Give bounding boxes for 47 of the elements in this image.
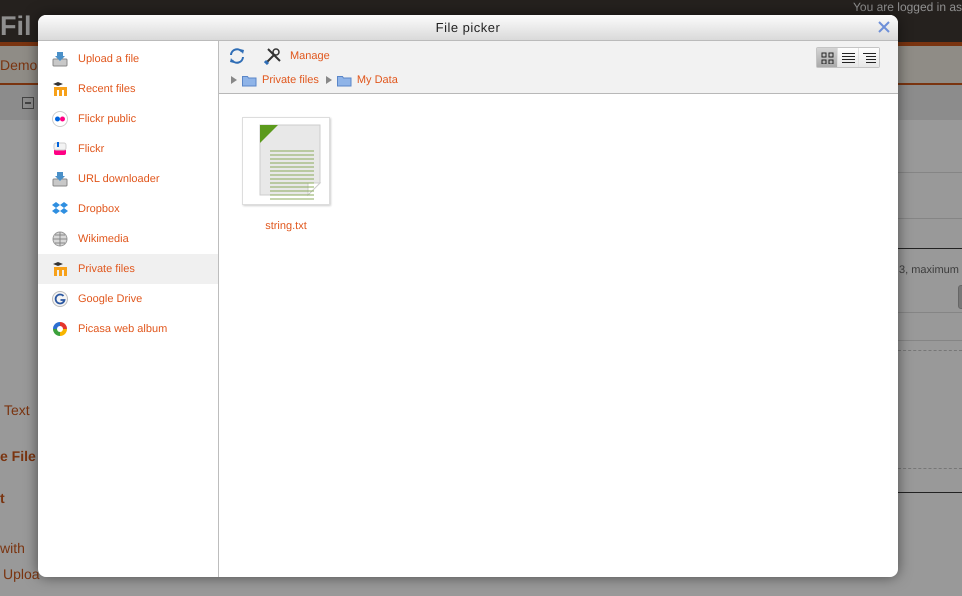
file-thumbnail[interactable] [242,117,330,205]
globe-icon [52,231,68,247]
triangle-icon [231,76,237,84]
repository-item[interactable]: Picasa web album [38,314,218,344]
refresh-icon [229,48,245,64]
close-icon [878,21,890,33]
view-mode-button[interactable] [838,48,858,67]
page-text: Uploa [2,565,40,583]
two-dots-icon [52,111,68,127]
file-name-link[interactable]: string.txt [265,220,307,232]
view-mode-button[interactable] [859,48,879,67]
tools-icon [264,47,282,65]
repository-item[interactable]: Flickr [38,134,218,164]
repository-item[interactable]: URL downloader [38,164,218,194]
dialog-title: File picker [436,20,500,35]
triangle-icon [326,76,332,84]
mortarboard-icon [52,261,68,277]
manage-button[interactable]: Manage [264,47,330,65]
breadcrumb-link[interactable]: Private files [242,74,319,86]
pinwheel-icon [52,321,68,337]
grid-icon [820,52,834,64]
page-text: with [0,539,26,557]
repository-item[interactable]: Dropbox [38,194,218,224]
nav-link[interactable]: Demo [0,56,38,72]
repository-item[interactable]: Recent files [38,74,218,104]
repository-item[interactable]: Google Drive [38,284,218,314]
login-info: You are logged in as [853,1,962,14]
collapse-icon [22,96,34,108]
page-note: 3, maximum [899,264,959,276]
tree-list-icon [862,52,876,64]
repository-item[interactable]: Flickr public [38,104,218,134]
view-mode-button[interactable] [817,48,837,67]
breadcrumb-link[interactable]: My Data [336,74,398,86]
upload-tray-icon [52,51,68,67]
page-text: Text [3,401,31,419]
close-button[interactable] [878,21,890,33]
download-tray-icon [52,171,68,187]
list-icon [842,52,854,64]
repository-item[interactable]: Private files [38,254,218,284]
page-text: t [0,489,6,507]
repository-item[interactable]: Upload a file [38,44,218,74]
page-text: e File [0,447,37,465]
repository-item[interactable]: Wikimedia [38,224,218,254]
cup-icon [52,141,68,157]
mortarboard-icon [52,81,68,97]
refresh-button[interactable] [229,48,245,64]
page-title: Fil [0,10,32,42]
